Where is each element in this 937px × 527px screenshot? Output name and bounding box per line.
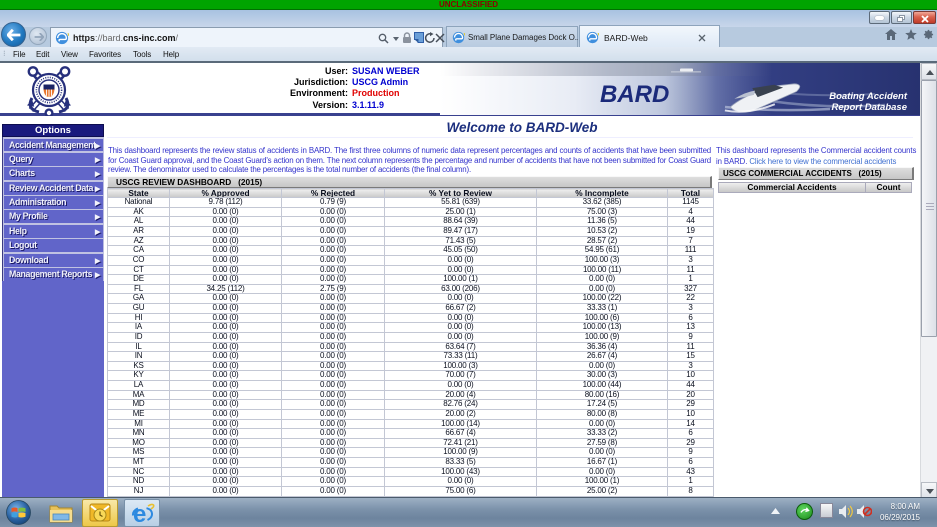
svg-text:Report Database: Report Database	[832, 102, 908, 113]
svg-text:e: e	[133, 501, 146, 527]
svg-text:BARD: BARD	[600, 81, 669, 108]
svg-text:Boating Accident: Boating Accident	[829, 91, 908, 102]
